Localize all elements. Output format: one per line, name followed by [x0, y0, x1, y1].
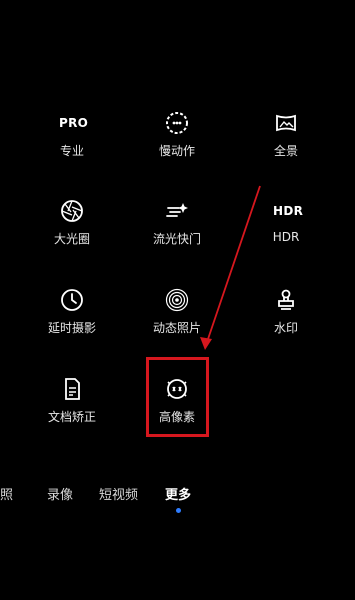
highlight-box — [146, 357, 209, 437]
mode-hdr-label: HDR — [272, 230, 300, 244]
mode-slow-motion[interactable]: 慢动作 — [132, 110, 222, 170]
mode-pro[interactable]: PRO 专业 — [27, 110, 117, 170]
timelapse-icon — [61, 289, 83, 311]
mode-tab-more[interactable]: 更多 — [165, 484, 191, 503]
mode-tab-photo[interactable]: 拍照 — [0, 484, 13, 503]
mode-hdr[interactable]: HDR HDR — [241, 198, 331, 258]
mode-timelapse-label: 延时摄影 — [47, 321, 96, 335]
mode-panorama[interactable]: 全景 — [241, 110, 331, 170]
moving-picture-icon — [165, 288, 189, 312]
mode-aperture[interactable]: 大光圈 — [27, 198, 117, 258]
mode-watermark-label: 水印 — [273, 321, 298, 335]
camera-mode-bar: 拍照 录像 短视频 更多 — [0, 484, 355, 513]
mode-pro-label: 专业 — [59, 144, 84, 158]
mode-timelapse[interactable]: 延时摄影 — [27, 287, 117, 347]
mode-slow-motion-label: 慢动作 — [158, 144, 195, 158]
light-painting-icon — [166, 203, 188, 217]
hdr-icon: HDR — [273, 204, 304, 218]
mode-tab-short-video[interactable]: 短视频 — [99, 484, 138, 503]
mode-panorama-label: 全景 — [273, 144, 298, 158]
active-mode-indicator — [176, 508, 181, 513]
document-icon — [65, 378, 80, 400]
mode-document[interactable]: 文档矫正 — [27, 376, 117, 436]
mode-light-painting-label: 流光快门 — [152, 232, 201, 246]
pro-icon: PRO — [59, 116, 89, 130]
mode-watermark[interactable]: 水印 — [241, 287, 331, 347]
aperture-icon — [61, 200, 83, 222]
mode-aperture-label: 大光圈 — [53, 232, 90, 246]
slow-motion-icon — [166, 112, 188, 134]
mode-light-painting[interactable]: 流光快门 — [132, 198, 222, 258]
mode-document-label: 文档矫正 — [47, 410, 96, 424]
panorama-icon — [276, 114, 296, 132]
mode-moving-picture-label: 动态照片 — [152, 321, 201, 335]
mode-moving-picture[interactable]: 动态照片 — [132, 287, 222, 347]
stamp-icon — [278, 289, 294, 310]
mode-tab-video[interactable]: 录像 — [47, 484, 73, 503]
